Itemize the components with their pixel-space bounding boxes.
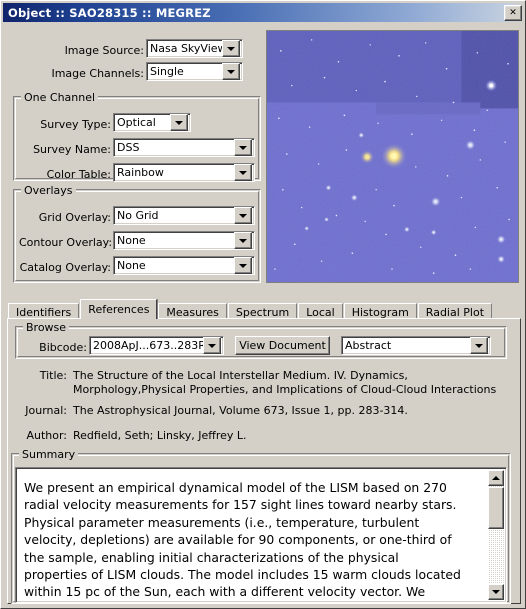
summary-scrollbar[interactable]	[488, 470, 504, 600]
summary-text: We present an empirical dynamical model …	[24, 480, 461, 602]
tab-references[interactable]: References	[80, 299, 158, 319]
survey-type-select[interactable]: Optical	[113, 113, 191, 132]
title-label: Title:	[39, 369, 67, 382]
author-value: Redfield, Seth; Linsky, Jeffrey L.	[73, 429, 247, 442]
author-label: Author:	[26, 429, 67, 442]
tab-label: Spectrum	[235, 305, 290, 319]
title-value: The Structure of the Local Interstellar …	[73, 369, 497, 396]
reference-title-row: Title: The Structure of the Local Inters…	[15, 369, 515, 397]
sky-survey-image	[267, 31, 518, 282]
tab-label: Identifiers	[16, 305, 72, 319]
chevron-down-icon[interactable]	[234, 257, 252, 274]
chevron-down-icon[interactable]	[222, 63, 240, 80]
document-type-select[interactable]: Abstract	[341, 336, 491, 355]
image-channels-value: Single	[150, 65, 184, 78]
color-table-value: Rainbow	[117, 166, 164, 179]
journal-value: The Astrophysical Journal, Volume 673, I…	[73, 404, 408, 417]
chevron-down-icon[interactable]	[203, 337, 221, 354]
document-type-value: Abstract	[345, 339, 392, 352]
contour-overlay-label: Contour Overlay:	[19, 236, 113, 249]
tab-label: Histogram	[351, 305, 409, 319]
chevron-down-icon[interactable]	[234, 164, 252, 181]
window-title: Object :: SAO28315 :: MEGREZ	[8, 5, 211, 20]
view-document-label: View Document	[239, 339, 326, 352]
catalog-overlay-select[interactable]: None	[113, 256, 255, 275]
survey-name-value: DSS	[117, 141, 140, 154]
grid-overlay-value: No Grid	[117, 209, 159, 222]
chevron-down-icon[interactable]	[234, 207, 252, 224]
object-dialog-window: Object :: SAO28315 :: MEGREZ ✕ Image Sou…	[0, 0, 526, 609]
survey-name-select[interactable]: DSS	[113, 138, 255, 157]
scroll-up-icon[interactable]	[488, 470, 504, 486]
window-titlebar: Object :: SAO28315 :: MEGREZ ✕	[3, 3, 525, 22]
chevron-down-icon[interactable]	[234, 232, 252, 249]
image-source-label: Image Source:	[64, 44, 144, 57]
image-source-value: Nasa SkyView	[150, 42, 222, 55]
tab-label: Radial Plot	[425, 305, 485, 319]
tab-label: Local	[306, 305, 335, 319]
summary-group-title: Summary	[19, 448, 79, 461]
bibcode-value: 2008ApJ...673..283R	[93, 339, 203, 352]
sky-image-preview[interactable]	[266, 30, 519, 283]
tab-label: Measures	[166, 305, 219, 319]
image-channels-select[interactable]: Single	[146, 62, 243, 81]
survey-type-value: Optical	[117, 116, 156, 129]
contour-overlay-value: None	[117, 234, 146, 247]
overlays-group-title: Overlays	[21, 184, 76, 197]
survey-type-label: Survey Type:	[40, 118, 111, 131]
titlebar-buttons: ✕	[504, 5, 522, 21]
grid-overlay-label: Grid Overlay:	[38, 211, 111, 224]
reference-journal-row: Journal: The Astrophysical Journal, Volu…	[15, 404, 515, 418]
catalog-overlay-value: None	[117, 259, 146, 272]
contour-overlay-select[interactable]: None	[113, 231, 255, 250]
browse-group-title: Browse	[23, 321, 70, 334]
scroll-down-icon[interactable]	[488, 584, 504, 600]
chevron-down-icon[interactable]	[470, 337, 488, 354]
close-icon[interactable]: ✕	[504, 5, 522, 21]
bibcode-select[interactable]: 2008ApJ...673..283R	[89, 336, 224, 355]
view-document-button[interactable]: View Document	[235, 336, 330, 355]
catalog-overlay-label: Catalog Overlay:	[19, 261, 111, 274]
one-channel-group-title: One Channel	[21, 91, 99, 104]
summary-textarea[interactable]: We present an empirical dynamical model …	[15, 467, 507, 603]
color-table-select[interactable]: Rainbow	[113, 163, 255, 182]
journal-label: Journal:	[25, 404, 67, 417]
grid-overlay-select[interactable]: No Grid	[113, 206, 255, 225]
tab-bar: Identifiers References Measures Spectrum…	[8, 299, 520, 320]
color-table-label: Color Table:	[46, 168, 111, 181]
scrollbar-thumb[interactable]	[488, 487, 504, 529]
chevron-down-icon[interactable]	[222, 40, 240, 57]
chevron-down-icon[interactable]	[234, 139, 252, 156]
survey-name-label: Survey Name:	[33, 143, 111, 156]
reference-author-row: Author: Redfield, Seth; Linsky, Jeffrey …	[15, 429, 515, 443]
tab-label: References	[88, 303, 150, 316]
chevron-down-icon[interactable]	[170, 114, 188, 131]
image-source-select[interactable]: Nasa SkyView	[146, 39, 243, 58]
image-channels-label: Image Channels:	[51, 67, 144, 80]
bibcode-label: Bibcode:	[39, 341, 87, 354]
